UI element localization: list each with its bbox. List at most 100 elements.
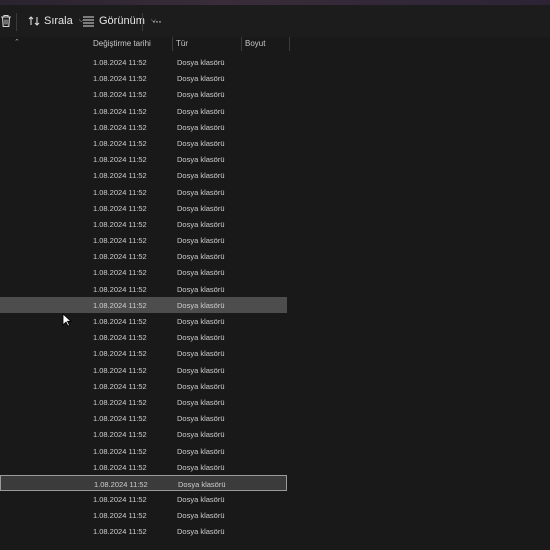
list-item[interactable]: 1.08.2024 11:52 Dosya klasörü [0,362,550,378]
item-type: Dosya klasörü [177,203,225,213]
view-label: Görünüm [99,15,145,27]
item-type: Dosya klasörü [177,349,225,359]
item-type: Dosya klasörü [177,171,225,181]
item-type: Dosya klasörü [177,414,225,424]
modified-date: 1.08.2024 11:52 [93,300,147,310]
list-item[interactable]: 1.08.2024 11:52 Dosya klasörü [0,167,550,183]
column-header-size[interactable]: Boyut [242,37,290,51]
list-item[interactable]: 1.08.2024 11:52 Dosya klasörü [0,200,550,216]
modified-date: 1.08.2024 11:52 [93,203,147,213]
more-options-button[interactable]: ··· [148,9,165,33]
item-type: Dosya klasörü [178,479,226,489]
list-item[interactable]: 1.08.2024 11:52 Dosya klasörü [0,329,550,345]
modified-date: 1.08.2024 11:52 [93,171,147,181]
file-list: 1.08.2024 11:52 Dosya klasörü 1.08.2024 11… [0,54,550,540]
item-type: Dosya klasörü [177,138,225,148]
item-type: Dosya klasörü [177,122,225,132]
modified-date: 1.08.2024 11:52 [93,365,147,375]
modified-date: 1.08.2024 11:52 [93,317,147,326]
item-type: Dosya klasörü [177,219,225,229]
item-type: Dosya klasörü [177,155,225,165]
list-item[interactable]: 1.08.2024 11:52 Dosya klasörü [0,248,550,264]
mouse-cursor-icon [62,313,72,327]
list-item[interactable]: 1.08.2024 11:52 Dosya klasörü [0,86,550,102]
column-header-modified[interactable]: Değiştirme tarihi [90,37,173,51]
item-type: Dosya klasörü [177,446,225,456]
modified-date: 1.08.2024 11:52 [93,333,147,343]
item-type: Dosya klasörü [177,317,225,326]
view-list-icon [83,16,94,27]
modified-date: 1.08.2024 11:52 [93,349,147,359]
list-item[interactable]: 1.08.2024 11:52 Dosya klasörü [0,135,550,151]
modified-date: 1.08.2024 11:52 [93,122,147,132]
list-item[interactable]: 1.08.2024 11:52 Dosya klasörü [0,378,550,394]
item-type: Dosya klasörü [177,252,225,262]
item-type: Dosya klasörü [177,511,225,521]
modified-date: 1.08.2024 11:52 [93,446,147,456]
sort-icon [28,16,40,26]
modified-date: 1.08.2024 11:52 [93,511,147,521]
list-item[interactable]: 1.08.2024 11:52 Dosya klasörü [0,426,550,442]
list-item[interactable]: 1.08.2024 11:52 Dosya klasörü [0,523,550,539]
modified-date: 1.08.2024 11:52 [93,430,147,440]
list-item[interactable]: 1.08.2024 11:52 Dosya klasörü [0,54,550,70]
modified-date: 1.08.2024 11:52 [93,187,147,197]
item-type: Dosya klasörü [177,284,225,294]
item-type: Dosya klasörü [177,300,225,310]
list-item[interactable]: 1.08.2024 11:52 Dosya klasörü [0,151,550,167]
list-item[interactable]: 1.08.2024 11:52 Dosya klasörü [0,474,287,492]
more-icon: ··· [152,14,162,28]
list-item[interactable]: 1.08.2024 11:52 Dosya klasörü [0,459,550,475]
modified-date: 1.08.2024 11:52 [93,138,147,148]
list-item[interactable]: 1.08.2024 11:52 Dosya klasörü [0,394,550,410]
list-item[interactable]: 1.08.2024 11:52 Dosya klasörü [0,119,550,135]
item-type: Dosya klasörü [177,333,225,343]
list-item[interactable]: 1.08.2024 11:52 Dosya klasörü [0,410,550,426]
command-bar: Sırala ⌵ Görünüm ⌵ ··· [0,5,550,37]
item-type: Dosya klasörü [177,268,225,278]
item-type: Dosya klasörü [177,365,225,375]
item-type: Dosya klasörü [177,58,225,67]
modified-date: 1.08.2024 11:52 [93,252,147,262]
list-item[interactable]: 1.08.2024 11:52 Dosya klasörü [0,103,550,119]
modified-date: 1.08.2024 11:52 [93,495,147,505]
list-item[interactable]: 1.08.2024 11:52 Dosya klasörü [0,216,550,232]
item-type: Dosya klasörü [177,527,225,537]
list-item[interactable]: 1.08.2024 11:52 Dosya klasörü [0,507,550,523]
modified-date: 1.08.2024 11:52 [93,397,147,407]
list-item[interactable]: 1.08.2024 11:52 Dosya klasörü [0,345,550,361]
trash-icon [1,14,11,28]
modified-date: 1.08.2024 11:52 [94,479,148,489]
delete-button[interactable] [0,9,16,33]
column-header-type[interactable]: Tür [173,37,242,51]
item-type: Dosya klasörü [177,187,225,197]
list-item[interactable]: 1.08.2024 11:52 Dosya klasörü [0,281,550,297]
item-type: Dosya klasörü [177,106,225,116]
list-item[interactable]: 1.08.2024 11:52 Dosya klasörü [0,232,550,248]
sort-indicator-icon: ⌃ [14,39,20,46]
list-item[interactable]: 1.08.2024 11:52 Dosya klasörü [0,184,550,200]
list-item[interactable]: 1.08.2024 11:52 Dosya klasörü [0,70,550,86]
modified-date: 1.08.2024 11:52 [93,414,147,424]
modified-date: 1.08.2024 11:52 [93,462,147,472]
column-header-type-label: Tür [176,39,188,48]
list-item[interactable]: 1.08.2024 11:52 Dosya klasörü [0,296,287,313]
modified-date: 1.08.2024 11:52 [93,58,147,67]
list-item[interactable]: 1.08.2024 11:52 Dosya klasörü [0,264,550,280]
item-type: Dosya klasörü [177,462,225,472]
toolbar-separator [142,13,143,31]
modified-date: 1.08.2024 11:52 [93,381,147,391]
modified-date: 1.08.2024 11:52 [93,219,147,229]
column-header-bar: ⌃ Değiştirme tarihi Tür Boyut [0,37,550,51]
item-type: Dosya klasörü [177,397,225,407]
item-type: Dosya klasörü [177,381,225,391]
list-item[interactable]: 1.08.2024 11:52 Dosya klasörü [0,313,550,329]
list-item[interactable]: 1.08.2024 11:52 Dosya klasörü [0,491,550,507]
column-header-size-label: Boyut [245,39,266,48]
modified-date: 1.08.2024 11:52 [93,284,147,294]
modified-date: 1.08.2024 11:52 [93,74,147,84]
item-type: Dosya klasörü [177,430,225,440]
modified-date: 1.08.2024 11:52 [93,90,147,100]
list-item[interactable]: 1.08.2024 11:52 Dosya klasörü [0,443,550,459]
toolbar-separator [16,13,17,31]
